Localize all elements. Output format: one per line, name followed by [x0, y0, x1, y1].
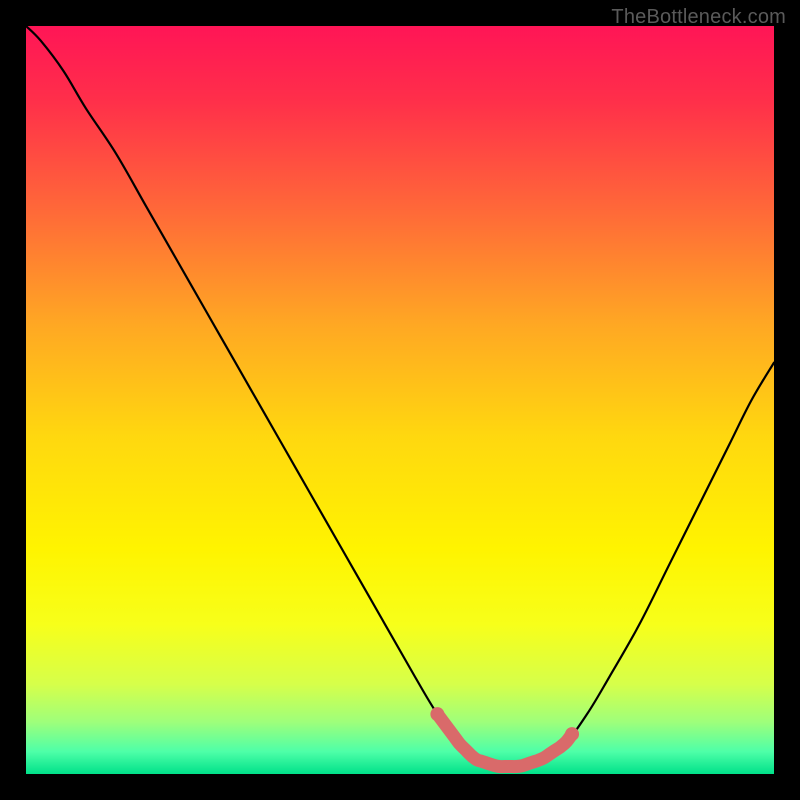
highlight-end-dot: [565, 727, 579, 741]
chart-svg: [26, 26, 774, 774]
highlight-start-dot: [430, 707, 444, 721]
watermark-label: TheBottleneck.com: [611, 6, 786, 29]
gradient-background: [26, 26, 774, 774]
chart-stage: TheBottleneck.com: [0, 0, 800, 800]
plot-area: [26, 26, 774, 774]
